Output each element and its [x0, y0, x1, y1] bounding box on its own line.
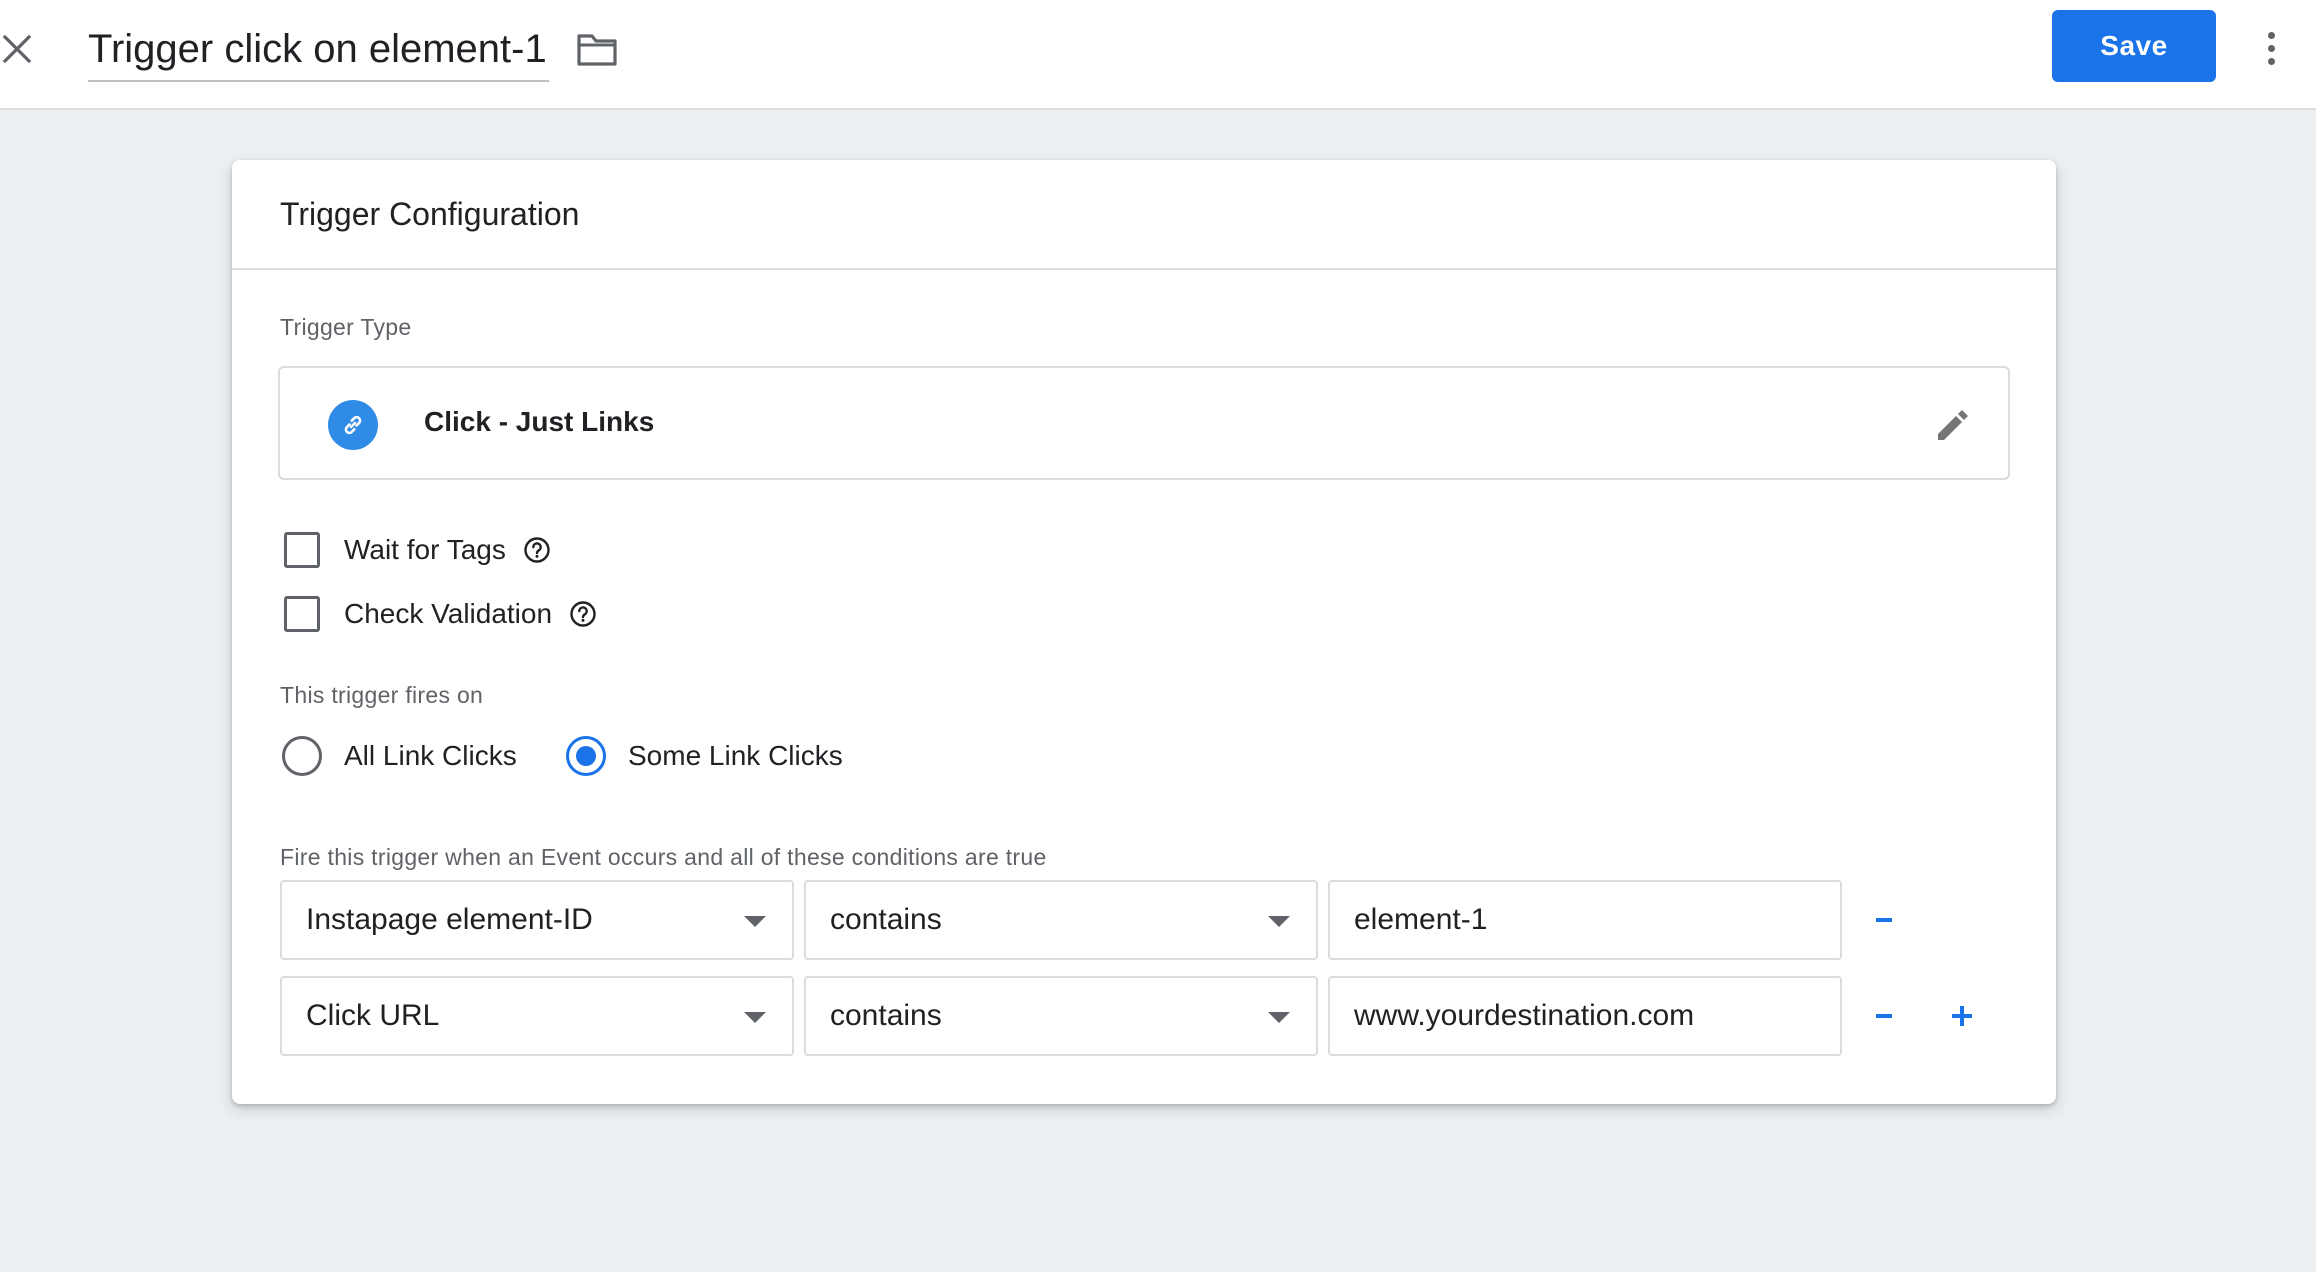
condition-operator-value: contains	[830, 999, 942, 1032]
remove-condition-button[interactable]	[1862, 898, 1906, 942]
card-title: Trigger Configuration	[280, 195, 580, 232]
pencil-icon[interactable]	[1932, 404, 1974, 446]
conditions-label: Fire this trigger when an Event occurs a…	[280, 844, 1047, 870]
caret-down-icon	[744, 916, 766, 927]
caret-down-icon	[744, 1012, 766, 1023]
page-title[interactable]: Trigger click on element-1	[88, 27, 549, 72]
all-link-clicks-radio[interactable]	[282, 736, 322, 776]
wait-for-tags-label: Wait for Tags	[344, 534, 506, 565]
check-validation-checkbox[interactable]	[284, 596, 320, 632]
trigger-type-selector[interactable]: Click - Just Links	[278, 366, 2010, 480]
condition-value-input[interactable]	[1354, 882, 1840, 958]
all-link-clicks-option: All Link Clicks	[282, 734, 517, 778]
link-icon	[328, 400, 378, 450]
folder-icon[interactable]	[574, 30, 620, 70]
condition-variable-select[interactable]: Instapage element-ID	[280, 880, 794, 960]
condition-variable-value: Click URL	[306, 999, 440, 1032]
help-icon[interactable]	[522, 535, 552, 565]
close-icon[interactable]	[0, 28, 34, 70]
some-link-clicks-option: Some Link Clicks	[566, 734, 843, 778]
minus-icon	[1876, 1014, 1892, 1018]
condition-value-field[interactable]	[1328, 976, 1842, 1056]
trigger-name-field[interactable]: Trigger click on element-1	[88, 18, 549, 82]
fires-on-label: This trigger fires on	[280, 682, 484, 708]
trigger-type-name: Click - Just Links	[424, 406, 655, 437]
condition-operator-select[interactable]: contains	[804, 880, 1318, 960]
condition-value-input[interactable]	[1354, 978, 1840, 1054]
condition-variable-value: Instapage element-ID	[306, 903, 593, 936]
card-header: Trigger Configuration	[232, 160, 2056, 270]
remove-condition-button[interactable]	[1862, 994, 1906, 1038]
condition-operator-select[interactable]: contains	[804, 976, 1318, 1056]
condition-value-field[interactable]	[1328, 880, 1842, 960]
add-condition-button[interactable]	[1940, 994, 1984, 1038]
top-bar: Trigger click on element-1 Save	[0, 0, 2316, 110]
check-validation-label: Check Validation	[344, 598, 553, 629]
save-button[interactable]: Save	[2052, 10, 2216, 82]
trigger-type-label: Trigger Type	[280, 314, 412, 340]
condition-operator-value: contains	[830, 903, 942, 936]
plus-icon	[1952, 1006, 1972, 1026]
trigger-configuration-card: Trigger Configuration Trigger Type Click…	[232, 160, 2056, 1104]
caret-down-icon	[1268, 1012, 1290, 1023]
check-validation-option: Check Validation	[284, 594, 598, 634]
condition-variable-select[interactable]: Click URL	[280, 976, 794, 1056]
minus-icon	[1876, 918, 1892, 922]
more-options-icon[interactable]	[2256, 24, 2286, 72]
all-link-clicks-label: All Link Clicks	[344, 740, 517, 771]
wait-for-tags-checkbox[interactable]	[284, 532, 320, 568]
some-link-clicks-label: Some Link Clicks	[628, 740, 843, 771]
help-icon[interactable]	[568, 599, 598, 629]
caret-down-icon	[1268, 916, 1290, 927]
wait-for-tags-option: Wait for Tags	[284, 530, 552, 570]
some-link-clicks-radio[interactable]	[566, 736, 606, 776]
